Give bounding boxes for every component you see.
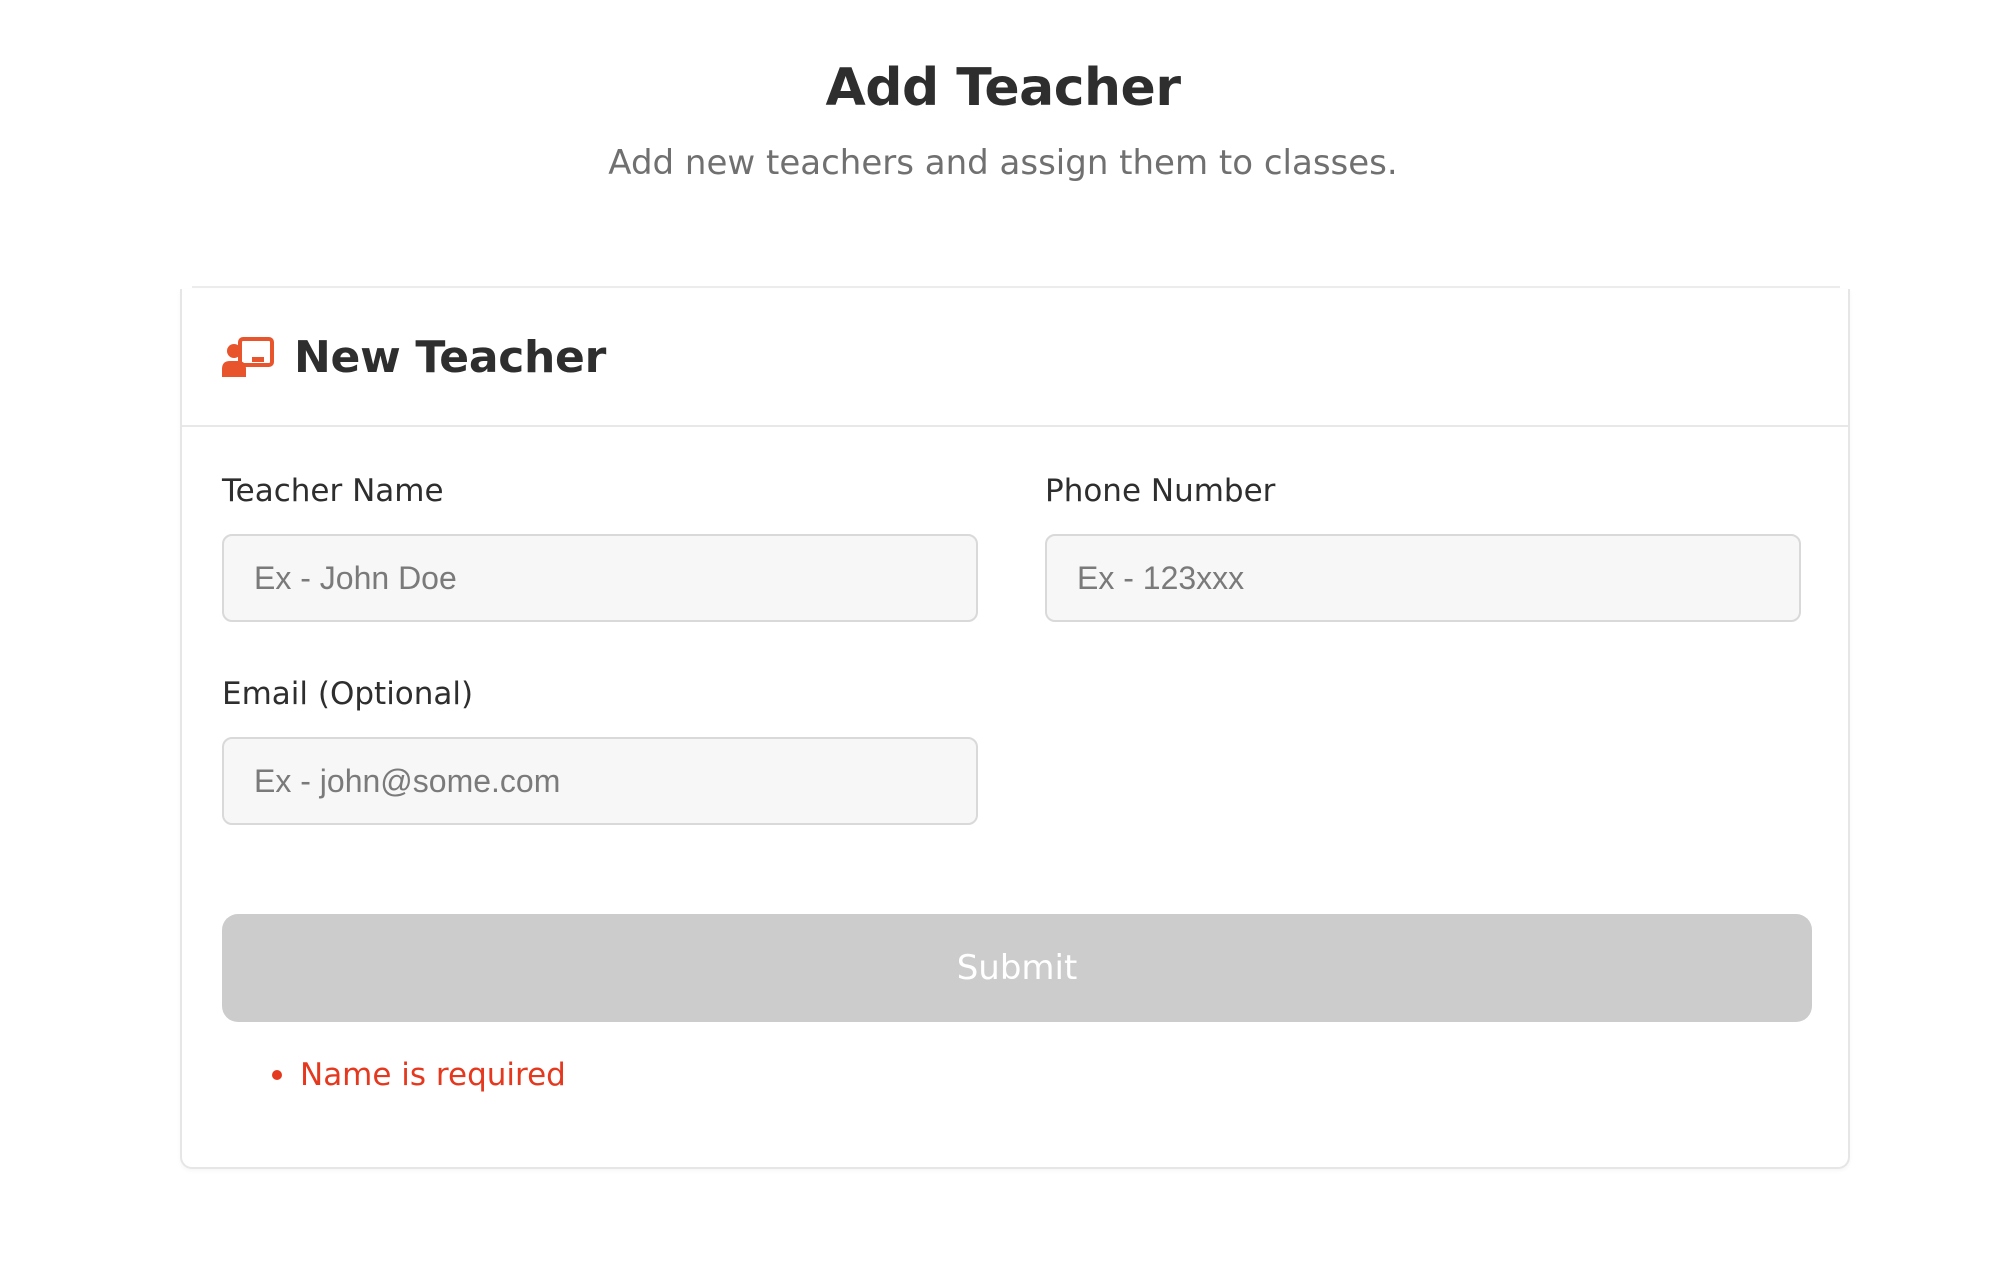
teacher-name-input[interactable] — [222, 534, 978, 622]
teacher-board-icon — [222, 337, 274, 377]
error-list: Name is required — [272, 1055, 566, 1095]
page-header: Add Teacher Add new teachers and assign … — [0, 56, 2006, 184]
email-label: Email (Optional) — [222, 676, 474, 712]
page-title: Add Teacher — [825, 58, 1181, 118]
phone-number-input[interactable] — [1045, 534, 1801, 622]
email-input[interactable] — [222, 737, 978, 825]
bullet-icon — [272, 1070, 282, 1080]
card-title: New Teacher — [294, 331, 606, 383]
error-item: Name is required — [272, 1055, 566, 1095]
card-header: New Teacher — [182, 289, 1848, 427]
header-divider — [192, 286, 1840, 288]
teacher-name-label: Teacher Name — [222, 473, 444, 509]
page-subtitle: Add new teachers and assign them to clas… — [608, 143, 1398, 183]
error-message: Name is required — [300, 1057, 566, 1093]
phone-number-label: Phone Number — [1045, 473, 1276, 509]
submit-button[interactable]: Submit — [222, 914, 1812, 1022]
new-teacher-card: New Teacher Teacher Name Phone Number Em… — [180, 289, 1850, 1169]
